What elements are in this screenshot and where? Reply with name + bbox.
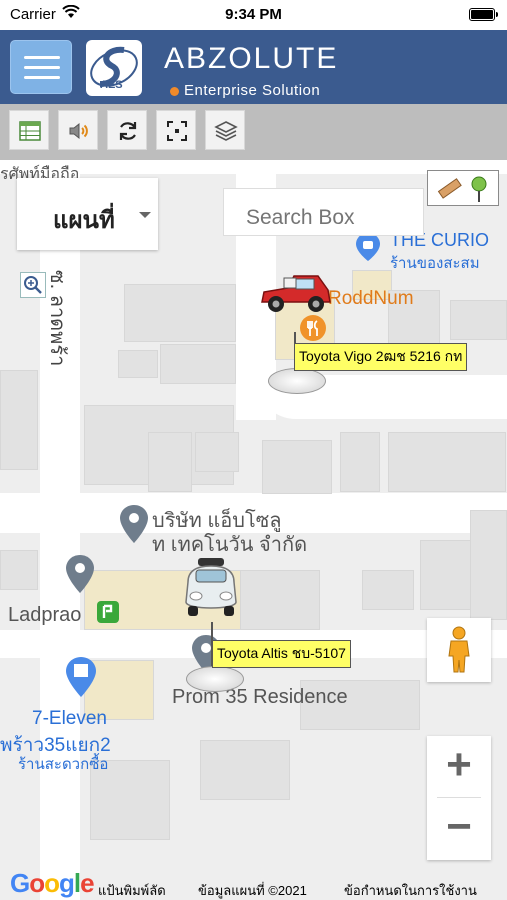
- building: [124, 284, 236, 342]
- tagline-dot-icon: [170, 86, 179, 96]
- place-pin-icon: [120, 505, 148, 543]
- table-icon: [19, 121, 41, 141]
- building: [388, 432, 506, 492]
- building: [160, 344, 236, 384]
- map-type-label: แผนที่: [53, 207, 115, 234]
- map-view[interactable]: รศัพท์มือถือ THE CURIO ร้านของสะสม RoddN…: [0, 160, 507, 900]
- street-view-button[interactable]: [427, 618, 491, 682]
- zoom-area-button[interactable]: [20, 272, 46, 298]
- terms-link[interactable]: ข้อกำหนดในการใช้งาน: [344, 880, 477, 900]
- svg-text:AES: AES: [100, 79, 123, 91]
- vehicle-label[interactable]: Toyota Altis ชบ-5107: [212, 640, 351, 668]
- refresh-button[interactable]: [107, 110, 147, 150]
- building: [450, 300, 507, 340]
- zoom-out-button[interactable]: −: [427, 798, 491, 858]
- menu-bar-icon: [24, 76, 60, 79]
- menu-bar-icon: [24, 56, 60, 59]
- vehicle-marker-vigo[interactable]: [258, 268, 334, 324]
- clock: 9:34 PM: [225, 6, 282, 23]
- building: [240, 570, 320, 630]
- zoom-in-button[interactable]: +: [427, 736, 491, 796]
- building: [118, 350, 158, 378]
- keyboard-shortcuts-link[interactable]: แป้นพิมพ์ลัด: [98, 880, 166, 900]
- map-type-selector[interactable]: แผนที่: [17, 178, 158, 250]
- chevron-down-icon: [139, 212, 151, 218]
- google-logo: Google: [10, 868, 95, 898]
- logo-icon: AES: [90, 46, 138, 91]
- sound-button[interactable]: [58, 110, 98, 150]
- legend-button[interactable]: [427, 170, 499, 206]
- company-logo: AES: [86, 40, 142, 96]
- place-label: 7-Eleven: [32, 708, 107, 729]
- place-label: ร้านของสะสม: [390, 255, 480, 272]
- marker-base: [186, 666, 244, 692]
- fullscreen-icon: [167, 121, 187, 141]
- store-pin-icon: [66, 657, 96, 697]
- vehicle-marker-altis[interactable]: [182, 556, 240, 622]
- building: [200, 740, 290, 800]
- building: [0, 550, 38, 590]
- place-label: Ladprao: [8, 604, 82, 626]
- brand-tagline: Enterprise Solution: [170, 82, 320, 99]
- status-bar: Carrier 9:34 PM: [0, 0, 507, 30]
- building: [362, 570, 414, 610]
- place-label: ร้านสะดวกซื้อ: [18, 756, 109, 773]
- menu-button[interactable]: [10, 40, 72, 94]
- street-label: ซ. ลาดพร้า: [46, 270, 68, 367]
- building: [470, 510, 507, 620]
- transit-icon: [97, 601, 119, 623]
- search-input[interactable]: [223, 188, 424, 236]
- ruler-icon: [437, 178, 462, 199]
- layers-button[interactable]: [205, 110, 245, 150]
- place-label: RoddNum: [328, 288, 414, 309]
- marker-base: [268, 368, 326, 394]
- pin-icon: [471, 176, 487, 202]
- zoom-control: + −: [427, 736, 491, 860]
- building: [0, 370, 38, 470]
- brand-name: ABZOLUTE: [164, 42, 339, 75]
- tagline-text: Enterprise Solution: [184, 82, 321, 99]
- fullscreen-button[interactable]: [156, 110, 196, 150]
- menu-bar-icon: [24, 66, 60, 69]
- map-footer: Google แป้นพิมพ์ลัด ข้อมูลแผนที่ ©2021 ข…: [0, 868, 507, 900]
- pegman-icon: [448, 626, 470, 673]
- layers-icon: [214, 121, 238, 141]
- battery-icon: [469, 8, 498, 21]
- building: [195, 432, 239, 472]
- vehicle-label[interactable]: Toyota Vigo 2ฒช 5216 กท: [294, 343, 468, 371]
- speaker-icon: [69, 122, 88, 140]
- building: [420, 540, 474, 610]
- building: [340, 432, 380, 492]
- map-data-label[interactable]: ข้อมูลแผนที่ ©2021: [198, 880, 307, 900]
- map-toolbar: [0, 104, 507, 160]
- building: [262, 440, 332, 494]
- shop-pin-icon: [356, 233, 380, 261]
- app-header: AES ABZOLUTE Enterprise Solution: [0, 30, 507, 104]
- table-button[interactable]: [9, 110, 49, 150]
- magnifier-icon: [24, 276, 42, 294]
- refresh-icon: [119, 122, 137, 140]
- building: [148, 432, 192, 492]
- place-pin-icon: [66, 555, 94, 593]
